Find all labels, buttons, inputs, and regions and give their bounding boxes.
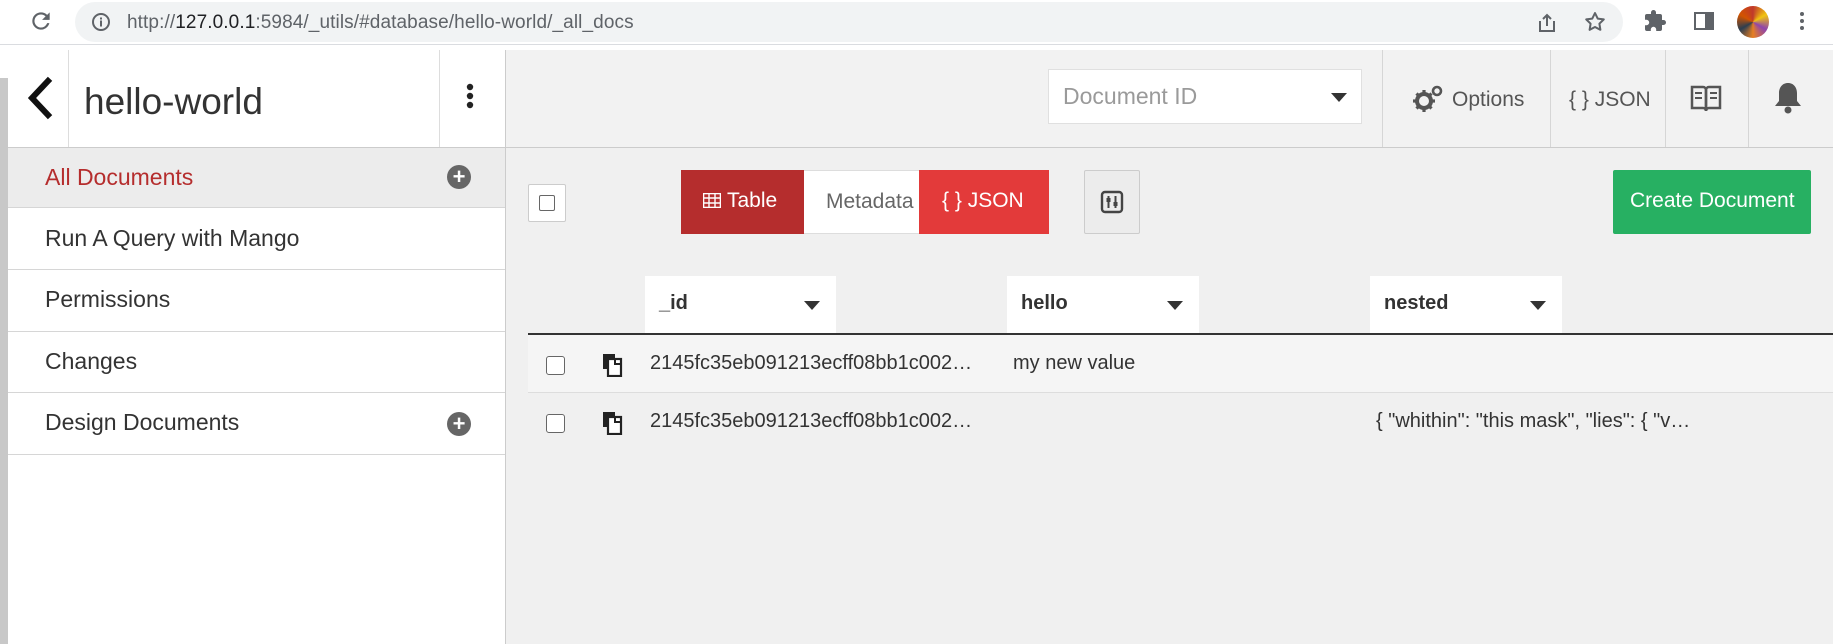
table-label: Table xyxy=(727,189,778,212)
sidebar-item-mango-query[interactable]: Run A Query with Mango xyxy=(8,208,505,270)
options-button[interactable]: Options xyxy=(1452,88,1524,112)
row-hello-cell: my new value xyxy=(1013,352,1136,374)
table-view-button[interactable]: Table xyxy=(681,170,804,234)
site-info-icon[interactable] xyxy=(91,12,111,32)
copy-icon[interactable] xyxy=(601,411,623,435)
header-divider xyxy=(1748,50,1749,147)
row-checkbox[interactable] xyxy=(546,356,565,375)
json-label: { } JSON xyxy=(942,189,1024,212)
row-nested-cell: { "whithin": "this mask", "lies": { "v… xyxy=(1376,410,1691,432)
chevron-down-icon xyxy=(1530,301,1546,310)
page-header: Document ID Options { } JSON xyxy=(506,50,1833,148)
sidebar-item-label: Changes xyxy=(45,348,138,374)
header-divider xyxy=(1665,50,1666,147)
url-text: http://127.0.0.1:5984/_utils/#database/h… xyxy=(127,12,634,33)
table-row[interactable]: 2145fc35eb091213ecff08bb1c002… my new va… xyxy=(528,335,1833,393)
column-settings-button[interactable] xyxy=(1084,170,1140,234)
column-header-label: _id xyxy=(659,292,688,314)
main-content: Table Metadata { } JSON Create Document … xyxy=(506,148,1833,644)
gears-icon[interactable] xyxy=(1412,84,1444,114)
sidebar-item-permissions[interactable]: Permissions xyxy=(8,270,505,332)
metadata-view-button[interactable]: Metadata xyxy=(804,170,919,234)
sidebar-nav: All Documents + Run A Query with Mango P… xyxy=(8,148,506,644)
back-arrow-icon[interactable] xyxy=(22,75,58,121)
sidebar-item-label: Design Documents xyxy=(45,409,240,435)
select-all-checkbox[interactable] xyxy=(528,184,566,222)
create-document-button[interactable]: Create Document xyxy=(1613,170,1811,234)
sliders-icon xyxy=(1100,190,1124,214)
chevron-down-icon xyxy=(1331,93,1347,102)
metadata-label: Metadata xyxy=(826,190,914,213)
document-id-placeholder: Document ID xyxy=(1063,83,1198,109)
header-divider xyxy=(439,50,440,147)
chevron-down-icon xyxy=(804,301,820,310)
row-id-cell: 2145fc35eb091213ecff08bb1c002… xyxy=(650,410,973,432)
add-design-doc-icon[interactable]: + xyxy=(447,412,471,436)
add-document-icon[interactable]: + xyxy=(447,165,471,189)
header-divider xyxy=(68,50,69,147)
database-title: hello-world xyxy=(84,81,263,122)
checkbox-box xyxy=(539,195,555,211)
sidebar-item-label: Permissions xyxy=(45,286,171,312)
share-icon[interactable] xyxy=(1535,11,1559,35)
bookmark-star-icon[interactable] xyxy=(1583,10,1607,34)
browser-menu-icon[interactable] xyxy=(1790,9,1814,33)
sidebar-item-all-documents[interactable]: All Documents + xyxy=(8,148,505,208)
document-id-dropdown[interactable]: Document ID xyxy=(1048,69,1362,124)
reload-icon[interactable] xyxy=(28,8,54,34)
table-icon xyxy=(703,193,721,208)
row-checkbox[interactable] xyxy=(546,414,565,433)
browser-toolbar: http://127.0.0.1:5984/_utils/#database/h… xyxy=(0,0,1833,45)
side-panel-icon[interactable] xyxy=(1692,9,1716,33)
column-header-hello[interactable]: hello xyxy=(1007,276,1199,333)
header-divider xyxy=(1382,50,1383,147)
documentation-book-icon[interactable] xyxy=(1690,83,1722,113)
copy-icon[interactable] xyxy=(601,353,623,377)
json-api-button[interactable]: { } JSON xyxy=(1569,88,1651,112)
extensions-icon[interactable] xyxy=(1643,9,1667,33)
profile-avatar[interactable] xyxy=(1737,6,1769,38)
header-divider xyxy=(1550,50,1551,147)
sidebar-header: hello-world xyxy=(8,50,506,148)
json-view-button[interactable]: { } JSON xyxy=(919,170,1049,234)
chevron-down-icon xyxy=(1167,301,1183,310)
column-header-label: hello xyxy=(1021,292,1068,314)
address-bar[interactable]: http://127.0.0.1:5984/_utils/#database/h… xyxy=(75,2,1623,42)
column-header-label: nested xyxy=(1384,292,1449,314)
sidebar-item-label: Run A Query with Mango xyxy=(45,225,300,251)
table-row[interactable]: 2145fc35eb091213ecff08bb1c002… { "whithi… xyxy=(528,393,1833,451)
sidebar-item-design-documents[interactable]: Design Documents + xyxy=(8,393,505,455)
row-id-cell: 2145fc35eb091213ecff08bb1c002… xyxy=(650,352,973,374)
column-header-id[interactable]: _id xyxy=(645,276,836,333)
database-menu-icon[interactable] xyxy=(464,82,476,114)
left-edge-bar xyxy=(0,78,8,644)
sidebar-item-label: All Documents xyxy=(45,164,194,190)
notification-bell-icon[interactable] xyxy=(1773,80,1803,116)
column-header-nested[interactable]: nested xyxy=(1370,276,1562,333)
create-document-label: Create Document xyxy=(1630,189,1795,212)
sidebar-item-changes[interactable]: Changes xyxy=(8,332,505,393)
